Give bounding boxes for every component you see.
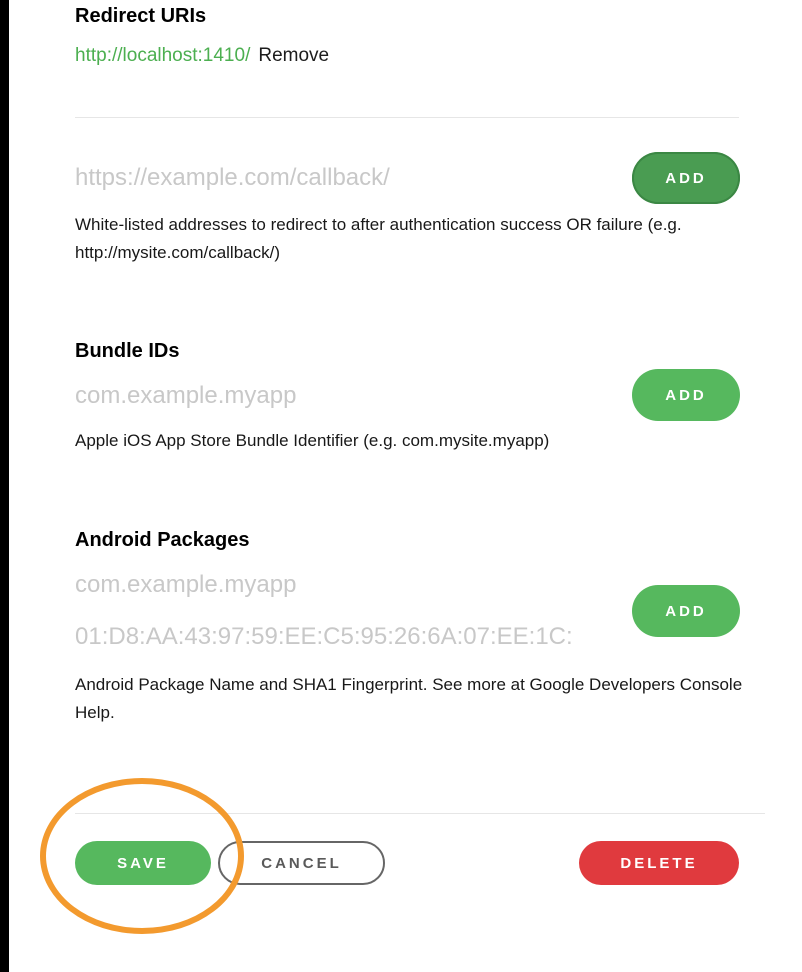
redirect-uris-help: White-listed addresses to redirect to af… <box>75 215 682 262</box>
android-packages-heading: Android Packages <box>75 529 250 551</box>
cancel-button[interactable]: CANCEL <box>218 841 385 885</box>
add-bundle-id-button[interactable]: ADD <box>632 369 740 421</box>
bundle-ids-heading: Bundle IDs <box>75 340 180 362</box>
android-sha1-fingerprint-input[interactable] <box>75 620 620 654</box>
add-android-package-button[interactable]: ADD <box>632 585 740 637</box>
redirect-uri-input[interactable] <box>75 161 615 195</box>
remove-uri-link[interactable]: Remove <box>258 45 329 66</box>
bundle-ids-help: Apple iOS App Store Bundle Identifier (e… <box>75 431 550 450</box>
android-packages-help: Android Package Name and SHA1 Fingerprin… <box>75 675 743 722</box>
redirect-uri-row: http://localhost:1410/Remove <box>75 43 329 70</box>
bundle-id-input[interactable] <box>75 379 615 413</box>
save-button[interactable]: SAVE <box>75 841 211 885</box>
redirect-uri-link[interactable]: http://localhost:1410/ <box>75 45 250 66</box>
add-redirect-uri-button[interactable]: ADD <box>632 152 740 204</box>
delete-button[interactable]: DELETE <box>579 841 739 885</box>
window-left-edge <box>0 0 9 972</box>
redirect-uris-heading: Redirect URIs <box>75 5 207 27</box>
redirect-divider <box>75 117 739 118</box>
android-package-name-input[interactable] <box>75 568 615 602</box>
footer-divider <box>75 813 765 814</box>
